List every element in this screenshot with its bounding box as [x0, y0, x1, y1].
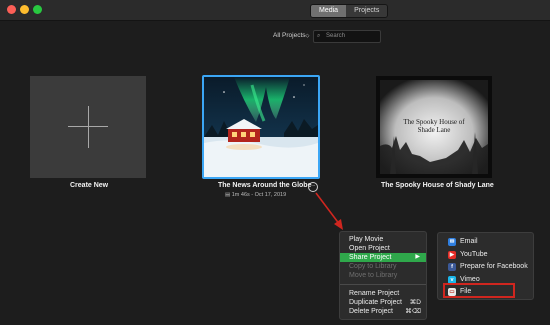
menu-item-share-project[interactable]: Share Project ▶ [340, 253, 426, 262]
shortcut-label: ⌘⌫ [405, 308, 421, 315]
mail-icon: ✉ [448, 238, 456, 246]
submenu-arrow-icon: ▶ [415, 254, 420, 260]
share-item-label: Prepare for Facebook [460, 263, 528, 270]
share-item-label: Email [460, 238, 478, 245]
menu-item-duplicate-project[interactable]: Duplicate Project ⌘D [340, 298, 426, 307]
share-item-email[interactable]: ✉ Email [438, 236, 533, 249]
menu-item-move-to-library: Move to Library [349, 272, 398, 279]
menu-item-delete-project[interactable]: Delete Project ⌘⌫ [340, 307, 426, 316]
menu-item-play-movie[interactable]: Play Movie [340, 235, 426, 244]
menu-item-copy-to-library: Copy to Library [349, 263, 397, 270]
project-context-menu: Play Movie Open Project Share Project ▶ … [339, 231, 427, 320]
menu-item-label: Delete Project [349, 308, 393, 315]
share-item-facebook[interactable]: f Prepare for Facebook [438, 261, 533, 274]
menu-item-open-project[interactable]: Open Project [340, 244, 426, 253]
file-highlight-box [443, 283, 515, 298]
shortcut-label: ⌘D [409, 299, 421, 306]
share-item-label: YouTube [460, 250, 488, 258]
menu-item-rename-project[interactable]: Rename Project [340, 289, 426, 298]
menu-separator [340, 284, 426, 285]
share-item-youtube[interactable]: ▶ YouTube [438, 249, 533, 262]
youtube-icon: ▶ [448, 250, 456, 259]
facebook-icon: f [448, 263, 456, 271]
share-item-label: Vimeo [460, 275, 480, 283]
menu-item-label: Duplicate Project [349, 299, 402, 306]
menu-item-label: Share Project [349, 254, 392, 261]
